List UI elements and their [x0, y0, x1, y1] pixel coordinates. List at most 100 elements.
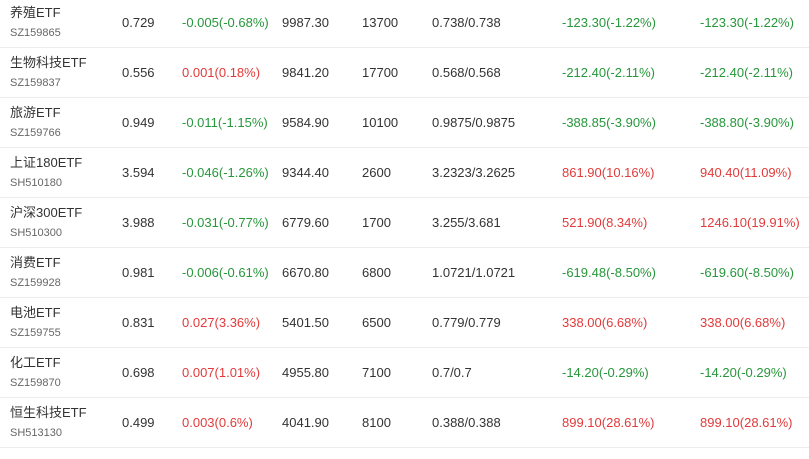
- flow-cell-1: 899.10(28.61%): [562, 415, 655, 430]
- change-cell: -0.011(-1.15%): [182, 115, 268, 130]
- fund-name[interactable]: 旅游ETF: [10, 105, 61, 121]
- amount-cell: 4955.80: [282, 365, 329, 380]
- range-cell: 0.7/0.7: [432, 365, 472, 380]
- price-cell: 0.949: [122, 115, 155, 130]
- flow-cell-1: -619.48(-8.50%): [562, 265, 656, 280]
- amount-cell: 9584.90: [282, 115, 329, 130]
- fund-code: SZ159766: [10, 127, 61, 139]
- range-cell: 0.388/0.388: [432, 415, 501, 430]
- fund-name[interactable]: 消费ETF: [10, 255, 61, 271]
- change-cell: 0.003(0.6%): [182, 415, 253, 430]
- volume-cell: 7100: [362, 365, 391, 380]
- change-cell: 0.027(3.36%): [182, 315, 261, 330]
- table-row[interactable]: 恒生科技ETF SH513130 0.499 0.003(0.6%) 4041.90 81…: [0, 398, 809, 448]
- flow-cell-2: -14.20(-0.29%): [700, 365, 787, 380]
- flow-cell-1: -388.85(-3.90%): [562, 115, 656, 130]
- range-cell: 3.2323/3.2625: [432, 165, 516, 180]
- fund-name-cell[interactable]: 电池ETF SZ159755: [10, 305, 61, 341]
- amount-cell: 9841.20: [282, 65, 329, 80]
- change-cell: -0.006(-0.61%): [182, 265, 269, 280]
- flow-cell-1: 521.90(8.34%): [562, 215, 648, 230]
- volume-cell: 6800: [362, 265, 391, 280]
- fund-name-cell[interactable]: 消费ETF SZ159928: [10, 255, 61, 291]
- flow-cell-2: -388.80(-3.90%): [700, 115, 794, 130]
- table-row[interactable]: 上证180ETF SH510180 3.594 -0.046(-1.26%) 9344.…: [0, 148, 809, 198]
- amount-cell: 9987.30: [282, 15, 329, 30]
- change-cell: 0.007(1.01%): [182, 365, 261, 380]
- fund-name[interactable]: 养殖ETF: [10, 5, 61, 21]
- amount-cell: 6670.80: [282, 265, 329, 280]
- fund-name-cell[interactable]: 养殖ETF SZ159865: [10, 5, 61, 41]
- volume-cell: 2600: [362, 165, 391, 180]
- fund-code: SZ159837: [10, 77, 61, 89]
- price-cell: 0.831: [122, 315, 155, 330]
- table-row[interactable]: 生物科技ETF SZ159837 0.556 0.001(0.18%) 9841.20 1…: [0, 48, 809, 98]
- fund-name[interactable]: 上证180ETF: [10, 155, 82, 171]
- table-row[interactable]: 电池ETF SZ159755 0.831 0.027(3.36%) 5401.50 650…: [0, 298, 809, 348]
- flow-cell-1: -212.40(-2.11%): [562, 65, 655, 80]
- range-cell: 0.568/0.568: [432, 65, 501, 80]
- price-cell: 0.698: [122, 365, 155, 380]
- flow-cell-2: 899.10(28.61%): [700, 415, 793, 430]
- range-cell: 0.779/0.779: [432, 315, 501, 330]
- amount-cell: 9344.40: [282, 165, 329, 180]
- change-cell: -0.005(-0.68%): [182, 15, 269, 30]
- fund-name-cell[interactable]: 恒生科技ETF SH513130: [10, 405, 87, 441]
- fund-name[interactable]: 生物科技ETF: [10, 55, 87, 71]
- etf-table: 养殖ETF SZ159865 0.729 -0.005(-0.68%) 9987.30 1…: [0, 0, 809, 448]
- fund-name-cell[interactable]: 化工ETF SZ159870: [10, 355, 61, 391]
- flow-cell-2: 940.40(11.09%): [700, 165, 792, 180]
- price-cell: 3.594: [122, 165, 155, 180]
- fund-name[interactable]: 恒生科技ETF: [10, 405, 87, 421]
- flow-cell-2: -212.40(-2.11%): [700, 65, 793, 80]
- change-cell: -0.031(-0.77%): [182, 215, 269, 230]
- volume-cell: 17700: [362, 65, 399, 80]
- table-row[interactable]: 养殖ETF SZ159865 0.729 -0.005(-0.68%) 9987.30 1…: [0, 0, 809, 48]
- fund-code: SH510300: [10, 227, 62, 239]
- fund-name-cell[interactable]: 上证180ETF SH510180: [10, 155, 82, 191]
- fund-code: SZ159928: [10, 277, 61, 289]
- fund-name-cell[interactable]: 旅游ETF SZ159766: [10, 105, 61, 141]
- price-cell: 0.499: [122, 415, 155, 430]
- fund-name-cell[interactable]: 生物科技ETF SZ159837: [10, 55, 87, 91]
- flow-cell-2: 338.00(6.68%): [700, 315, 786, 330]
- change-cell: 0.001(0.18%): [182, 65, 261, 80]
- fund-code: SZ159755: [10, 327, 61, 339]
- fund-code: SZ159870: [10, 377, 61, 389]
- flow-cell-2: -619.60(-8.50%): [700, 265, 794, 280]
- volume-cell: 10100: [362, 115, 399, 130]
- fund-code: SH513130: [10, 427, 62, 439]
- volume-cell: 8100: [362, 415, 391, 430]
- range-cell: 3.255/3.681: [432, 215, 501, 230]
- price-cell: 0.729: [122, 15, 155, 30]
- fund-name[interactable]: 电池ETF: [10, 305, 61, 321]
- price-cell: 0.556: [122, 65, 155, 80]
- flow-cell-1: -14.20(-0.29%): [562, 365, 649, 380]
- volume-cell: 13700: [362, 15, 399, 30]
- volume-cell: 6500: [362, 315, 391, 330]
- flow-cell-1: 338.00(6.68%): [562, 315, 648, 330]
- flow-cell-2: -123.30(-1.22%): [700, 15, 794, 30]
- fund-name-cell[interactable]: 沪深300ETF SH510300: [10, 205, 82, 241]
- fund-code: SZ159865: [10, 27, 61, 39]
- amount-cell: 6779.60: [282, 215, 329, 230]
- fund-name[interactable]: 化工ETF: [10, 355, 61, 371]
- amount-cell: 4041.90: [282, 415, 329, 430]
- table-row[interactable]: 沪深300ETF SH510300 3.988 -0.031(-0.77%) 6779.…: [0, 198, 809, 248]
- volume-cell: 1700: [362, 215, 391, 230]
- flow-cell-1: 861.90(10.16%): [562, 165, 655, 180]
- price-cell: 3.988: [122, 215, 155, 230]
- flow-cell-2: 1246.10(19.91%): [700, 215, 800, 230]
- range-cell: 0.738/0.738: [432, 15, 501, 30]
- amount-cell: 5401.50: [282, 315, 329, 330]
- flow-cell-1: -123.30(-1.22%): [562, 15, 656, 30]
- range-cell: 0.9875/0.9875: [432, 115, 516, 130]
- range-cell: 1.0721/1.0721: [432, 265, 516, 280]
- fund-name[interactable]: 沪深300ETF: [10, 205, 82, 221]
- table-row[interactable]: 消费ETF SZ159928 0.981 -0.006(-0.61%) 6670.80 6…: [0, 248, 809, 298]
- fund-code: SH510180: [10, 177, 62, 189]
- table-row[interactable]: 化工ETF SZ159870 0.698 0.007(1.01%) 4955.80 710…: [0, 348, 809, 398]
- price-cell: 0.981: [122, 265, 155, 280]
- table-row[interactable]: 旅游ETF SZ159766 0.949 -0.011(-1.15%) 9584.90 1…: [0, 98, 809, 148]
- change-cell: -0.046(-1.26%): [182, 165, 269, 180]
